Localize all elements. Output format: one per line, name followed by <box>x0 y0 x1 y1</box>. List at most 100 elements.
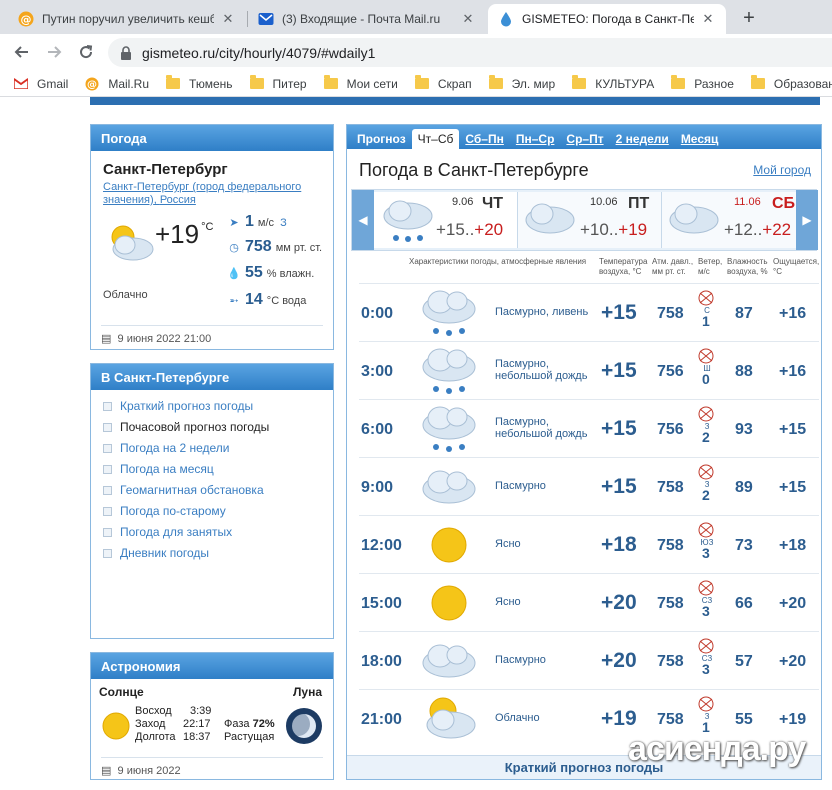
row-time: 3:00 <box>361 363 394 380</box>
row-description: Пасмурно, ливень <box>495 306 589 318</box>
bookmark-label: Образован <box>773 76 832 91</box>
city-menu-panel: В Санкт-Петербурге Краткий прогноз погод… <box>90 363 334 639</box>
tab-sat-mon[interactable]: Сб–Пн <box>459 129 509 149</box>
bookmark-folder[interactable]: Питер <box>249 75 307 91</box>
tab-2-weeks[interactable]: 2 недели <box>610 129 675 149</box>
gauge-icon: ◷ <box>229 242 239 254</box>
menu-item-geomagnetic[interactable]: Геомагнитная обстановка <box>103 483 264 497</box>
browser-tab-2[interactable]: (3) Входящие - Почта Mail.ru ✕ <box>248 4 486 34</box>
bookmark-label: КУЛЬТУРА <box>595 76 655 91</box>
row-wind-speed: 2 <box>702 487 710 503</box>
bookmark-folder[interactable]: Тюмень <box>166 75 233 91</box>
panel-title: В Санкт-Петербурге <box>91 364 333 390</box>
forward-arrow-icon[interactable] <box>40 38 68 66</box>
bookmark-folder[interactable]: Скрап <box>414 75 472 91</box>
tab-mon-wed[interactable]: Пн–Ср <box>510 129 561 149</box>
close-icon[interactable]: ✕ <box>460 11 476 27</box>
bookmark-folder[interactable]: Эл. мир <box>488 75 555 91</box>
sun-label: Солнце <box>99 685 144 699</box>
tab-forecast[interactable]: Прогноз <box>351 129 412 149</box>
next-arrow-icon[interactable]: ▶ <box>796 190 818 250</box>
my-city-link[interactable]: Мой город <box>753 163 811 177</box>
day-date: 9.06 <box>452 196 474 208</box>
browser-toolbar: gismeteo.ru/city/hourly/4079/#wdaily1 <box>0 34 832 71</box>
cloud-icon <box>419 635 479 687</box>
wind-stat: ➤ 1 м/с З <box>227 213 286 231</box>
col-wind: Ветер, м/с <box>698 257 723 276</box>
url-text: gismeteo.ru/city/hourly/4079/#wdaily1 <box>142 44 376 61</box>
bookmark-label: Мои сети <box>346 76 398 91</box>
row-temperature: +18 <box>601 533 637 556</box>
mailru-at-icon: @ <box>85 77 99 91</box>
astronomy-date: ▤ 9 июня 2022 <box>101 757 323 777</box>
city-name: Санкт-Петербург <box>103 161 228 178</box>
col-press: Атм. давл., мм рт. ст. <box>652 257 694 276</box>
table-row: 0:00 Пасмурно, ливень +15 758 С 1 87 +16 <box>359 283 819 341</box>
row-pressure: 758 <box>657 653 684 670</box>
gismeteo-drop-icon <box>498 11 514 27</box>
new-tab-button[interactable]: + <box>736 5 762 31</box>
day-temps: +10..+19 <box>580 220 648 239</box>
drop-icon: 💧 <box>227 268 241 280</box>
current-weather-panel: Погода Санкт-Петербург Санкт-Петербург (… <box>90 124 334 350</box>
astronomy-panel: Астрономия Солнце Луна Восход 3:39 Заход… <box>90 652 334 780</box>
browser-tab-3-active[interactable]: GISMETEO: Погода в Санкт-Пете ✕ <box>488 4 726 34</box>
folder-icon <box>572 75 587 91</box>
menu-item-busy[interactable]: Погода для занятых <box>103 525 232 539</box>
row-humidity: 88 <box>735 363 753 380</box>
address-bar[interactable]: gismeteo.ru/city/hourly/4079/#wdaily1 <box>108 38 832 67</box>
site-nav-strip <box>90 97 820 105</box>
row-wind-speed: 2 <box>702 429 710 445</box>
close-icon[interactable]: ✕ <box>700 11 716 27</box>
menu-item-hourly[interactable]: Почасовой прогноз погоды <box>103 420 269 434</box>
tab-month[interactable]: Месяц <box>675 129 725 149</box>
moon-icon <box>286 708 322 744</box>
day-card-sat[interactable]: 11.06 СБ +12..+22 <box>662 192 806 248</box>
menu-item-2weeks[interactable]: Погода на 2 недели <box>103 441 230 455</box>
prev-arrow-icon[interactable]: ◀ <box>352 190 374 250</box>
bookmark-folder[interactable]: КУЛЬТУРА <box>572 75 655 91</box>
row-humidity: 89 <box>735 479 753 496</box>
day-of-week: ПТ <box>628 195 650 212</box>
menu-item-month[interactable]: Погода на месяц <box>103 462 214 476</box>
country-link[interactable]: Россия <box>160 194 196 206</box>
menu-item-diary[interactable]: Дневник погоды <box>103 546 209 560</box>
tab-title: GISMETEO: Погода в Санкт-Пете <box>522 12 694 26</box>
row-time: 12:00 <box>361 537 402 554</box>
sunset-row: Заход <box>135 718 166 730</box>
bookmark-folder[interactable]: Образован <box>750 75 832 91</box>
folder-icon <box>323 75 338 91</box>
bookmark-gmail[interactable]: Gmail <box>14 77 68 91</box>
menu-item-brief[interactable]: Краткий прогноз погоды <box>103 399 253 413</box>
row-temperature: +15 <box>601 417 637 440</box>
row-description: Пасмурно, небольшой дождь <box>495 416 588 440</box>
table-row: 12:00 Ясно +18 758 ЮЗ 3 73 +18 <box>359 515 819 573</box>
watermark: асиенда.ру <box>628 730 806 768</box>
region-link[interactable]: Санкт-Петербург (город федерального знач… <box>103 181 318 207</box>
day-temps: +12..+22 <box>724 220 792 239</box>
row-time: 9:00 <box>361 479 394 496</box>
reload-icon[interactable] <box>72 38 100 66</box>
day-card-fri[interactable]: 10.06 ПТ +10..+19 <box>518 192 662 248</box>
bookmark-folder[interactable]: Мои сети <box>323 75 398 91</box>
folder-icon <box>671 75 686 91</box>
bookmark-mailru[interactable]: @ Mail.Ru <box>85 77 149 91</box>
cloud-icon <box>525 203 575 234</box>
browser-tab-1[interactable]: @ Путин поручил увеличить кешб ✕ <box>8 4 246 34</box>
daylength-row: Долгота <box>135 731 176 743</box>
day-of-week: ЧТ <box>482 195 504 212</box>
wind-direction-icon: ➤ <box>229 217 239 229</box>
row-description: Пасмурно <box>495 654 546 666</box>
bookmark-folder[interactable]: Разное <box>671 75 734 91</box>
tab-title: (3) Входящие - Почта Mail.ru <box>282 12 441 26</box>
condition-text: Облачно <box>103 289 148 301</box>
row-feels-like: +16 <box>779 305 807 322</box>
close-icon[interactable]: ✕ <box>220 11 236 27</box>
folder-icon <box>414 75 429 91</box>
tab-wed-fri[interactable]: Ср–Пт <box>560 129 609 149</box>
back-arrow-icon[interactable] <box>8 38 36 66</box>
day-card-thu[interactable]: 9.06 ЧТ +15..+20 <box>374 192 518 248</box>
tab-thu-sat[interactable]: Чт–Сб <box>411 129 460 149</box>
menu-item-old-style[interactable]: Погода по-старому <box>103 504 226 518</box>
region-link-text[interactable]: Санкт-Петербург (город федерального знач… <box>103 181 301 206</box>
